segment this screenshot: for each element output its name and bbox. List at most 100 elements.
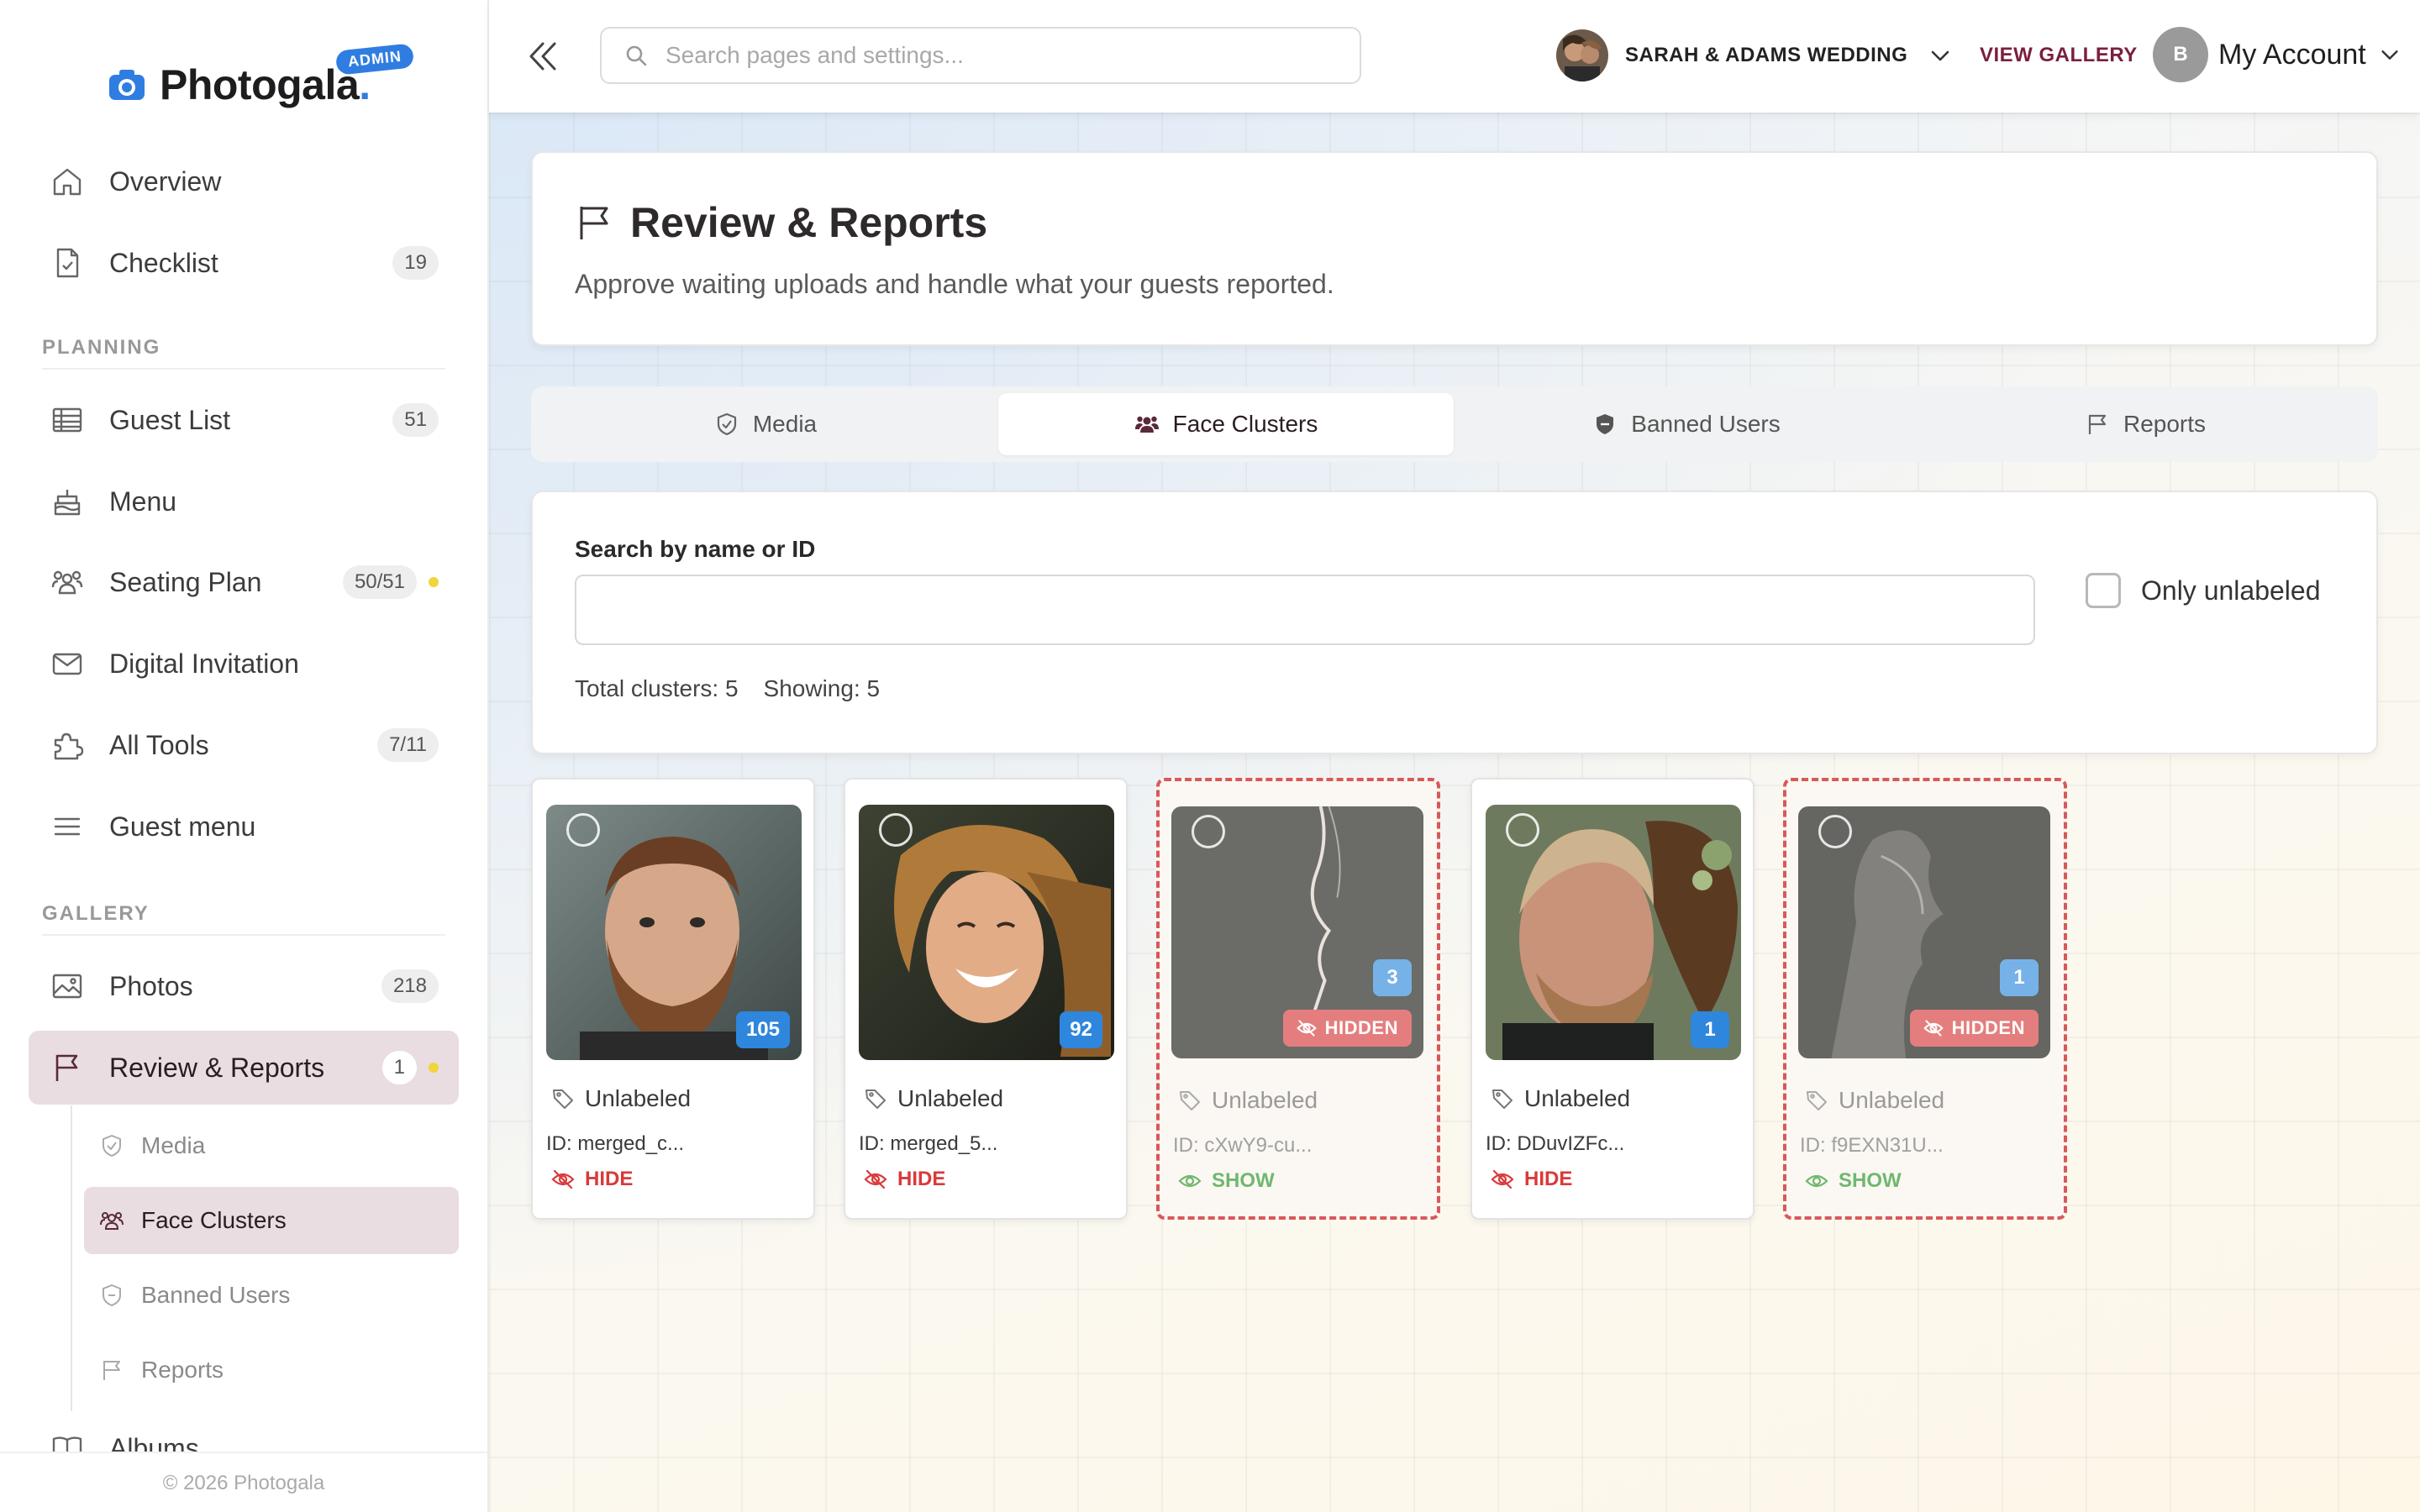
sidebar-item-menu[interactable]: Menu — [29, 465, 459, 538]
flag-icon — [103, 1361, 120, 1380]
cluster-card[interactable]: 92 Unlabeled ID: merged_5... HIDE — [844, 778, 1128, 1220]
sidebar: Photogala. ADMIN Overview Checklist 19 P… — [0, 0, 489, 1512]
puzzle-icon — [54, 732, 84, 760]
sidebar-subitem-label: Media — [141, 1132, 206, 1158]
sidebar-item-label: Photos — [109, 970, 193, 1001]
only-unlabeled-label: Only unlabeled — [2141, 575, 2321, 606]
notification-dot — [429, 1063, 439, 1073]
tab-media[interactable]: Media — [538, 393, 993, 455]
cluster-thumbnail[interactable]: 92 — [859, 805, 1114, 1060]
select-checkbox[interactable] — [566, 813, 600, 847]
table-icon — [52, 407, 82, 433]
filter-panel: Search by name or ID Only unlabeled Tota… — [531, 491, 2378, 754]
sidebar-item-label: Menu — [109, 486, 177, 517]
users-icon — [1134, 416, 1159, 433]
select-checkbox[interactable] — [1192, 815, 1225, 848]
sidebar-subitem-face-clusters[interactable]: Face Clusters — [84, 1187, 459, 1254]
page-subtitle: Approve waiting uploads and handle what … — [575, 269, 1334, 299]
shield-check-icon — [103, 1135, 121, 1157]
hide-button[interactable]: HIDE — [1491, 1168, 1572, 1191]
hide-button[interactable]: HIDE — [864, 1168, 945, 1191]
cluster-label[interactable]: Unlabeled — [551, 1085, 691, 1112]
only-unlabeled-toggle[interactable]: Only unlabeled — [2086, 573, 2320, 608]
camera-icon — [109, 70, 145, 100]
cluster-card[interactable]: 1 Unlabeled ID: DDuvIZFc... HIDE — [1470, 778, 1754, 1220]
cluster-label[interactable]: Unlabeled — [1491, 1085, 1630, 1112]
sidebar-footer: © 2026 Photogala — [0, 1452, 487, 1512]
shield-check-icon — [717, 412, 736, 436]
showing-count: Showing: 5 — [763, 675, 881, 701]
sidebar-item-label: Review & Reports — [109, 1052, 325, 1083]
section-divider — [42, 934, 445, 936]
hide-button[interactable]: HIDE — [551, 1168, 633, 1191]
section-divider — [42, 368, 445, 370]
tab-bar: Media Face Clusters Banned Users Reports — [531, 386, 2378, 462]
cluster-id: ID: merged_5... — [859, 1132, 998, 1155]
sidebar-item-all-tools[interactable]: All Tools 7/11 — [29, 708, 459, 782]
sidebar-subitem-reports[interactable]: Reports — [84, 1336, 459, 1404]
sidebar-subitem-banned-users[interactable]: Banned Users — [84, 1262, 459, 1329]
cluster-label[interactable]: Unlabeled — [1178, 1087, 1318, 1114]
count-badge: 7/11 — [377, 728, 439, 762]
tab-face-clusters[interactable]: Face Clusters — [998, 393, 1454, 455]
cluster-card-hidden[interactable]: 1 HIDDEN Unlabeled ID: f9EXN31U... SHOW — [1783, 778, 2067, 1220]
tab-reports[interactable]: Reports — [1918, 393, 2373, 455]
flag-icon — [580, 207, 608, 239]
cluster-card-hidden[interactable]: 3 HIDDEN Unlabeled ID: cXwY9-cu... SHOW — [1156, 778, 1440, 1220]
sidebar-item-label: Guest menu — [109, 811, 256, 842]
sidebar-item-photos[interactable]: Photos 218 — [29, 949, 459, 1023]
select-checkbox[interactable] — [1818, 815, 1852, 848]
show-button[interactable]: SHOW — [1178, 1169, 1275, 1193]
search-label: Search by name or ID — [575, 536, 816, 562]
sidebar-item-review-reports[interactable]: Review & Reports 1 — [29, 1031, 459, 1105]
view-gallery-link[interactable]: VIEW GALLERY — [1980, 44, 2138, 67]
cluster-thumbnail[interactable]: 105 — [546, 805, 802, 1060]
sidebar-item-digital-invitation[interactable]: Digital Invitation — [29, 627, 459, 701]
eye-icon — [1805, 1174, 1828, 1188]
face-count-badge: 1 — [1691, 1011, 1729, 1048]
image-icon — [52, 974, 82, 999]
search-input[interactable] — [666, 42, 1355, 69]
sidebar-item-seating-plan[interactable]: Seating Plan 50/51 — [29, 545, 459, 619]
sidebar-subitem-media[interactable]: Media — [84, 1112, 459, 1179]
sidebar-subitem-label: Face Clusters — [141, 1207, 287, 1233]
cluster-stats: Total clusters: 5 Showing: 5 — [575, 675, 905, 702]
cluster-thumbnail[interactable]: 1 HIDDEN — [1798, 806, 2050, 1058]
cluster-card[interactable]: 105 Unlabeled ID: merged_c... HIDE — [531, 778, 815, 1220]
sidebar-item-guest-list[interactable]: Guest List 51 — [29, 383, 459, 457]
tag-icon — [1807, 1091, 1827, 1110]
mail-icon — [52, 653, 82, 675]
account-menu[interactable]: B My Account — [2153, 27, 2402, 82]
cluster-thumbnail[interactable]: 1 — [1486, 805, 1741, 1060]
hidden-badge: HIDDEN — [1909, 1010, 2039, 1047]
tab-banned-users[interactable]: Banned Users — [1459, 393, 1914, 455]
avatar: B — [2153, 27, 2208, 82]
sidebar-item-checklist[interactable]: Checklist 19 — [29, 226, 459, 300]
shield-icon — [1597, 414, 1614, 434]
sidebar-item-guest-menu[interactable]: Guest menu — [29, 790, 459, 864]
page-header-card: Review & Reports Approve waiting uploads… — [531, 151, 2378, 346]
section-label-gallery: GALLERY — [42, 902, 150, 925]
hidden-badge: HIDDEN — [1282, 1010, 1412, 1047]
sidebar-subitem-label: Reports — [141, 1357, 224, 1383]
sidebar-item-label: Seating Plan — [109, 566, 262, 597]
submenu-rail — [71, 1105, 72, 1411]
event-selector[interactable]: SARAH & ADAMS WEDDING — [1556, 29, 1953, 82]
sidebar-item-label: All Tools — [109, 729, 209, 760]
only-unlabeled-checkbox[interactable] — [2086, 573, 2121, 608]
cluster-search-input[interactable] — [575, 575, 2035, 645]
show-button[interactable]: SHOW — [1805, 1169, 1902, 1193]
sidebar-item-label: Checklist — [109, 247, 218, 278]
cluster-id: ID: f9EXN31U... — [1800, 1134, 1944, 1157]
collapse-sidebar-icon[interactable] — [523, 35, 565, 77]
top-bar: SARAH & ADAMS WEDDING VIEW GALLERY B My … — [489, 0, 2420, 113]
cluster-label[interactable]: Unlabeled — [864, 1085, 1003, 1112]
app-logo[interactable]: Photogala. ADMIN — [108, 43, 415, 114]
select-checkbox[interactable] — [879, 813, 913, 847]
sidebar-item-overview[interactable]: Overview — [29, 144, 459, 218]
select-checkbox[interactable] — [1506, 813, 1539, 847]
cluster-thumbnail[interactable]: 3 HIDDEN — [1171, 806, 1423, 1058]
search-bar[interactable] — [600, 27, 1361, 84]
cluster-label[interactable]: Unlabeled — [1805, 1087, 1944, 1114]
count-badge: 19 — [392, 246, 439, 280]
